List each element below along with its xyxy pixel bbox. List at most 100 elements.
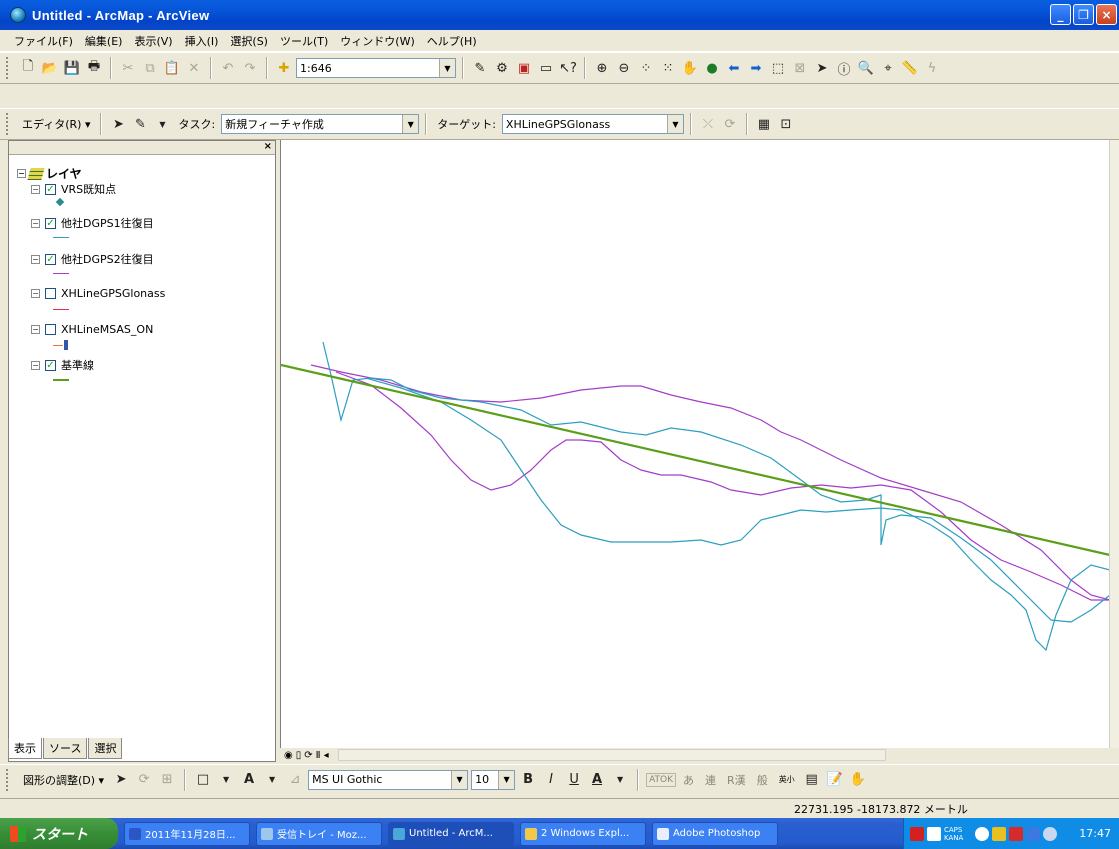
map-scale-combo[interactable]: 1:646 ▼ [296,58,456,78]
save-icon[interactable]: 💾 [62,58,82,78]
edit-vertices-icon[interactable]: ⊿ [285,770,305,790]
task-combo[interactable]: 新規フィーチャ作成 ▼ [221,114,420,134]
rotate-icon[interactable]: ⟳ [134,770,154,790]
menu-edit[interactable]: 編集(E) [83,31,125,51]
ime-conversion[interactable]: 連 [701,772,720,788]
ime-general[interactable]: 般 [753,772,772,788]
acrobat-icon[interactable] [910,826,924,841]
start-button[interactable]: スタート [0,818,118,849]
command-line-icon[interactable]: ▭ [536,58,556,78]
editor-toolbar-icon[interactable]: ✎ [470,58,490,78]
arccatalog-icon[interactable]: ⚙ [492,58,512,78]
chevron-down-icon[interactable]: ▼ [262,770,282,790]
open-folder-icon[interactable]: 📂 [40,58,60,78]
restore-button[interactable]: ❐ [1073,4,1094,25]
drawing-adjust-menu[interactable]: 図形の調整(D) ▾ [19,772,108,788]
italic-button[interactable]: I [541,770,561,790]
new-text-button[interactable]: A [239,770,259,790]
collapse-icon[interactable]: − [31,289,40,298]
delete-icon[interactable]: ✕ [184,58,204,78]
font-size-combo[interactable]: 10 ▼ [471,769,516,790]
font-combo[interactable]: MS UI Gothic ▼ [308,769,469,790]
sketch-properties-icon[interactable]: ⊡ [776,114,796,134]
menu-selection[interactable]: 選択(S) [228,31,270,51]
tab-selection[interactable]: 選択 [88,738,123,759]
next-extent-icon[interactable]: ➡ [746,58,766,78]
go-to-xy-icon[interactable]: ⌖ [878,58,898,78]
toc-layer[interactable]: − ✓ 他社DGPS2往復目 [31,251,154,267]
map-horizontal-scrollbar[interactable] [337,749,886,761]
layer-visibility-checkbox[interactable]: ✓ [45,359,56,371]
data-view-icon[interactable]: ◉ [284,750,293,761]
toc-layer[interactable]: − ✓ 基準線 [31,357,94,373]
editor-menu-button[interactable]: エディタ(R) ▾ [18,116,94,132]
split-tool-icon[interactable]: ⤫ [698,114,718,134]
toc-layer[interactable]: − XHLineMSAS_ON [31,323,153,336]
rotate-tool-icon[interactable]: ⟳ [720,114,740,134]
chevron-down-icon[interactable]: ▼ [152,114,172,134]
paste-icon[interactable]: 📋 [162,58,182,78]
security-icon[interactable] [1009,826,1023,841]
scroll-left-icon[interactable]: ◂ [324,750,329,761]
help-icon[interactable] [927,826,941,841]
toc-layer[interactable]: − ✓ 他社DGPS1往復目 [31,215,154,231]
close-button[interactable]: × [1096,4,1117,25]
collapse-icon[interactable]: − [17,169,26,178]
toc-layer[interactable]: − ✓ VRS既知点 [31,181,116,197]
zoom-out-icon[interactable]: ⊖ [614,58,634,78]
redo-icon[interactable]: ↷ [240,58,260,78]
taskbar-item-arcmap[interactable]: Untitled - ArcM... [388,821,514,846]
layout-view-icon[interactable]: ▯ [296,750,302,761]
ime-dictionary-icon[interactable]: 📝 [825,770,845,790]
attributes-icon[interactable]: ▦ [754,114,774,134]
fixed-zoom-in-icon[interactable]: ⁘ [636,58,656,78]
collapse-icon[interactable]: − [31,218,40,228]
fixed-zoom-out-icon[interactable]: ⁙ [658,58,678,78]
arctoolbox-icon[interactable]: ▣ [514,58,534,78]
layer-visibility-checkbox[interactable]: ✓ [45,183,56,195]
volume-icon[interactable] [1043,826,1057,841]
layer-visibility-checkbox[interactable] [45,324,56,335]
map-display[interactable] [280,140,1111,748]
copy-icon[interactable]: ⧉ [140,58,160,78]
layers-root[interactable]: − レイヤ [17,165,82,182]
cut-icon[interactable]: ✂ [118,58,138,78]
collapse-icon[interactable]: − [31,325,40,334]
menu-view[interactable]: 表示(V) [132,31,174,51]
full-extent-icon[interactable]: ● [702,58,722,78]
sketch-tool-icon[interactable]: ✎ [130,114,150,134]
pan-icon[interactable]: ✋ [680,58,700,78]
new-document-icon[interactable]: 🗋 [18,58,38,78]
chevron-down-icon[interactable]: ▼ [666,115,683,133]
layer-visibility-checkbox[interactable] [45,288,56,299]
menu-help[interactable]: ヘルプ(H) [425,31,479,51]
layer-visibility-checkbox[interactable]: ✓ [45,253,56,265]
measure-icon[interactable]: 📏 [900,58,920,78]
toolbar-grip[interactable] [6,57,10,79]
menu-insert[interactable]: 挿入(I) [183,31,221,51]
taskbar-item-mail[interactable]: 受信トレイ - Moz... [256,821,382,846]
chevron-down-icon[interactable]: ▼ [498,770,515,789]
identify-icon[interactable]: ⓘ [834,58,854,78]
ime-hiragana[interactable]: あ [679,772,698,788]
ime-romaji-kanji[interactable]: R漢 [723,772,750,788]
ime-tray-icon[interactable] [992,826,1006,841]
print-icon[interactable]: 🖶 [84,58,104,78]
network-icon[interactable] [1026,826,1040,841]
back-arrow-icon[interactable] [975,826,989,841]
rectangle-icon[interactable]: □ [193,770,213,790]
taskbar-item-word[interactable]: 2011年11月28日... [124,821,250,846]
toc-layer[interactable]: − XHLineGPSGlonass [31,287,165,300]
find-icon[interactable]: 🔍 [856,58,876,78]
edit-tool-icon[interactable]: ➤ [108,114,128,134]
chevron-down-icon[interactable]: ▼ [216,770,236,790]
toolbar-grip[interactable] [6,113,10,135]
taskbar-item-explorer[interactable]: 2 Windows Expl... [520,821,646,846]
ime-eng-lower[interactable]: 英小 [775,774,799,785]
whats-this-icon[interactable]: ↖? [558,58,578,78]
collapse-icon[interactable]: − [31,360,40,370]
collapse-icon[interactable]: − [31,254,40,264]
select-elements-icon[interactable]: ➤ [111,770,131,790]
ime-menu-icon[interactable]: ▤ [802,770,822,790]
zoom-in-icon[interactable]: ⊕ [592,58,612,78]
